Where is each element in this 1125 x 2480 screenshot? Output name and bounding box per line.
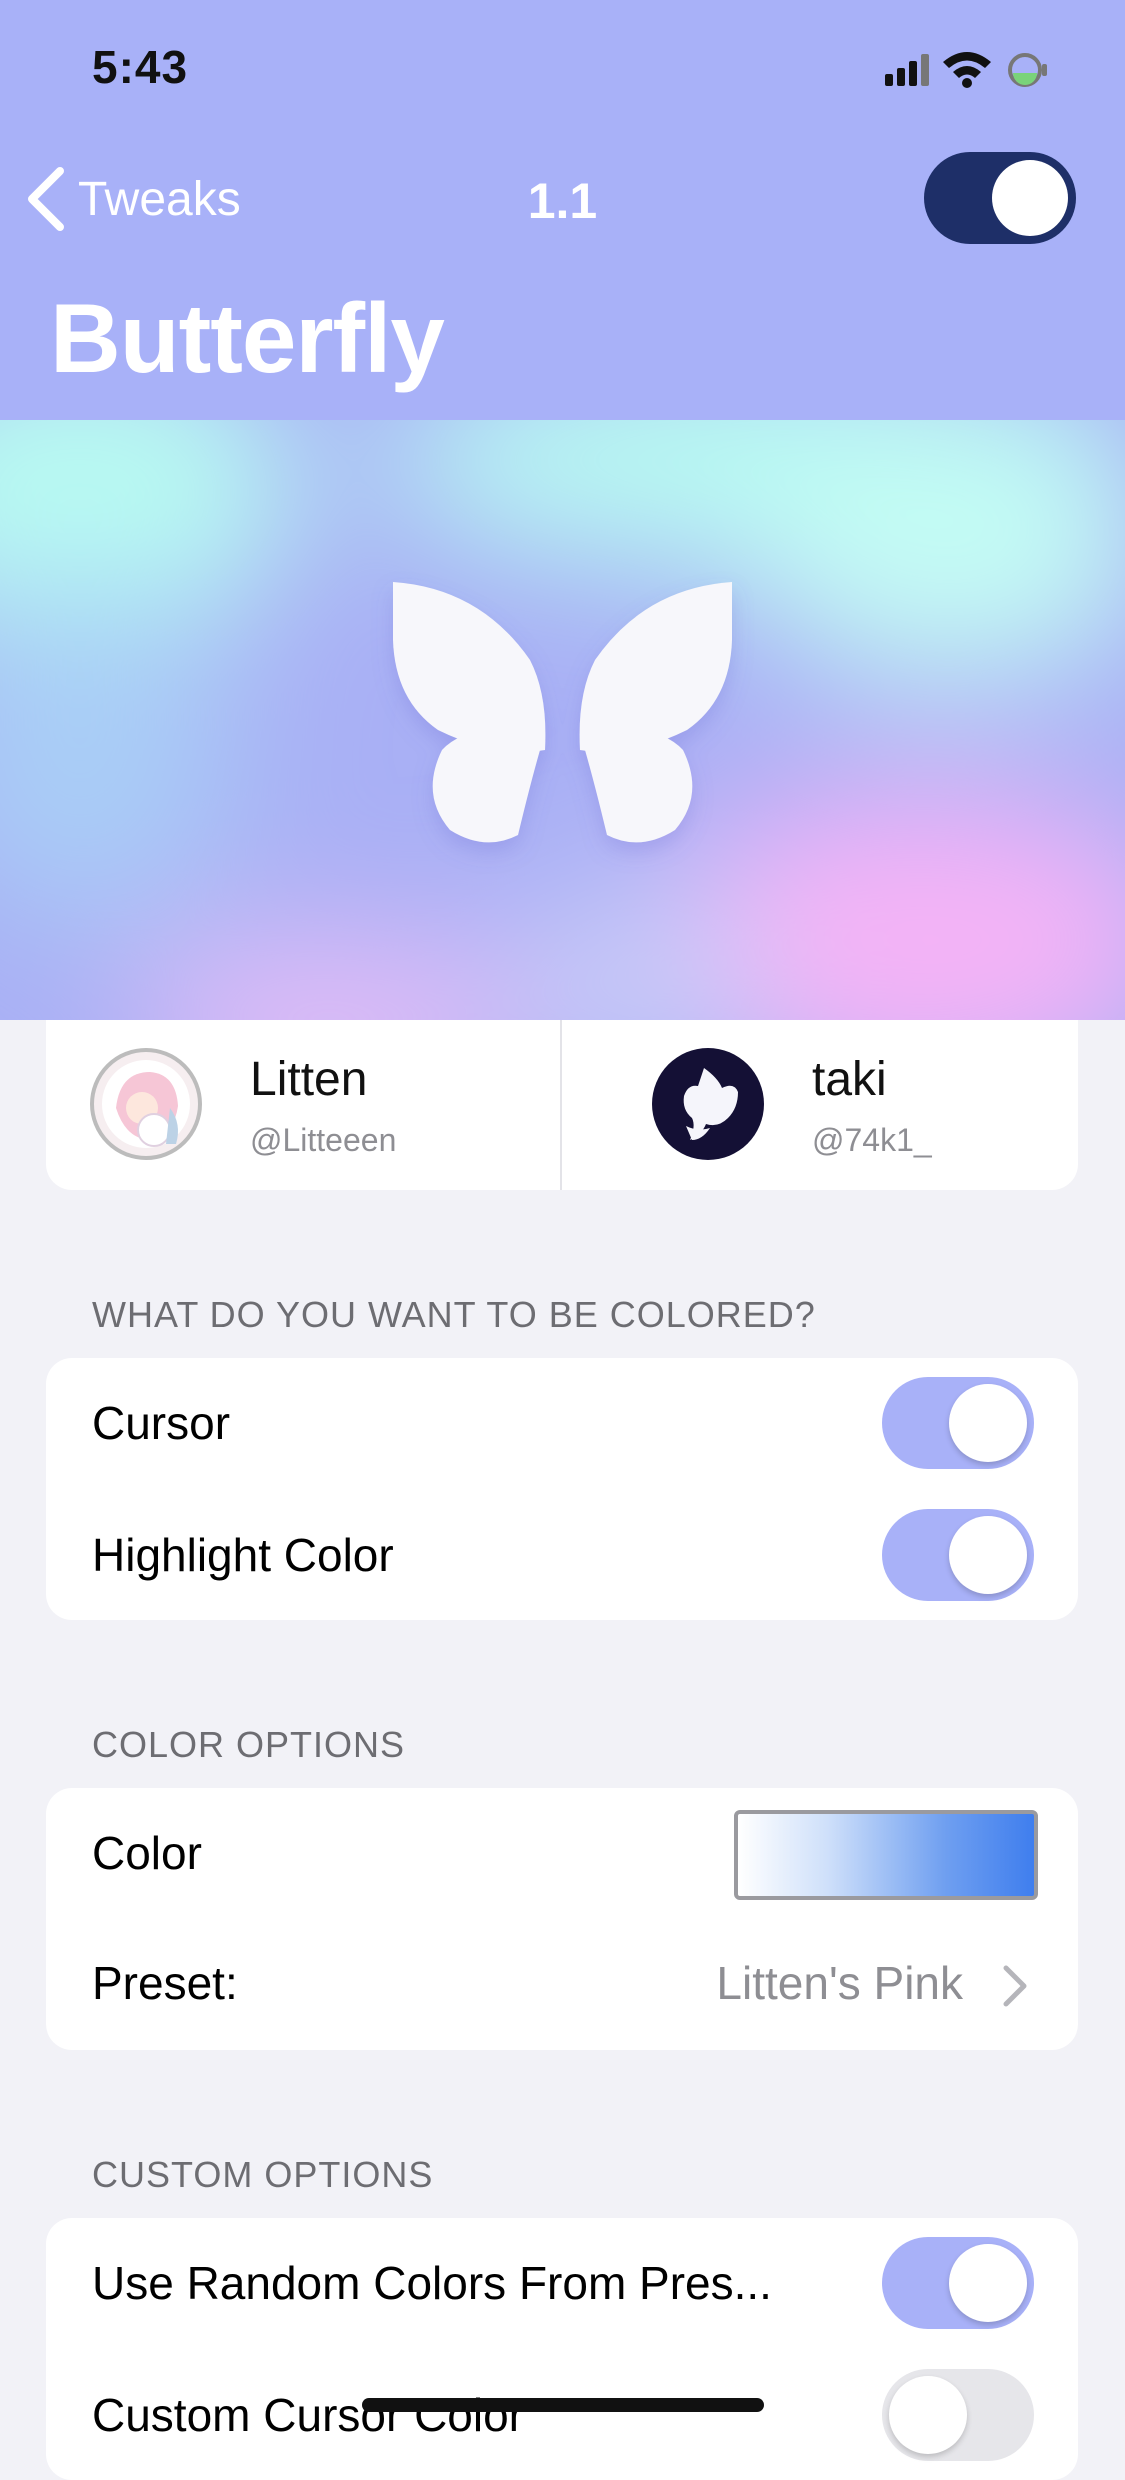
row-label-color: Color <box>92 1827 202 1879</box>
cursor-toggle[interactable] <box>882 1377 1034 1469</box>
author-name: taki <box>812 1053 887 1106</box>
author-handle: @Litteeen <box>250 1122 397 1158</box>
row-label-custom-cursor-color: Custom Cursor Color <box>92 2389 524 2441</box>
highlight-color-toggle[interactable] <box>882 1509 1034 1601</box>
cellular-signal-icon <box>885 54 929 86</box>
row-label-cursor: Cursor <box>92 1397 231 1449</box>
author-taki[interactable]: taki @74k1_ <box>562 1020 1078 1190</box>
preset-value: Litten's Pink <box>716 1957 963 2009</box>
header-banner <box>0 420 1125 1020</box>
wifi-icon <box>943 52 991 88</box>
color-well[interactable] <box>734 1810 1038 1900</box>
author-name: Litten <box>250 1053 368 1106</box>
row-label-highlight-color: Highlight Color <box>92 1529 394 1581</box>
home-indicator <box>362 2398 764 2412</box>
avatar-taki <box>652 1048 764 1160</box>
avatar-litten <box>90 1048 202 1160</box>
author-handle: @74k1_ <box>812 1122 932 1158</box>
section-header-colored: WHAT DO YOU WANT TO BE COLORED? <box>92 1294 816 1335</box>
section-header-custom-options: CUSTOM OPTIONS <box>92 2154 434 2195</box>
page-title: Butterfly <box>50 283 445 393</box>
chevron-right-icon <box>1003 1965 1027 2007</box>
section-header-color-options: COLOR OPTIONS <box>92 1724 406 1765</box>
enable-toggle[interactable] <box>924 152 1076 244</box>
status-time: 5:43 <box>92 41 189 93</box>
custom-cursor-color-toggle[interactable] <box>882 2369 1034 2461</box>
random-colors-toggle[interactable] <box>882 2237 1034 2329</box>
author-litten[interactable]: Litten @Litteeen <box>46 1020 560 1190</box>
battery-icon <box>1008 53 1047 87</box>
row-label-random-colors: Use Random Colors From Pres... <box>92 2257 772 2309</box>
status-icons <box>885 48 1065 88</box>
